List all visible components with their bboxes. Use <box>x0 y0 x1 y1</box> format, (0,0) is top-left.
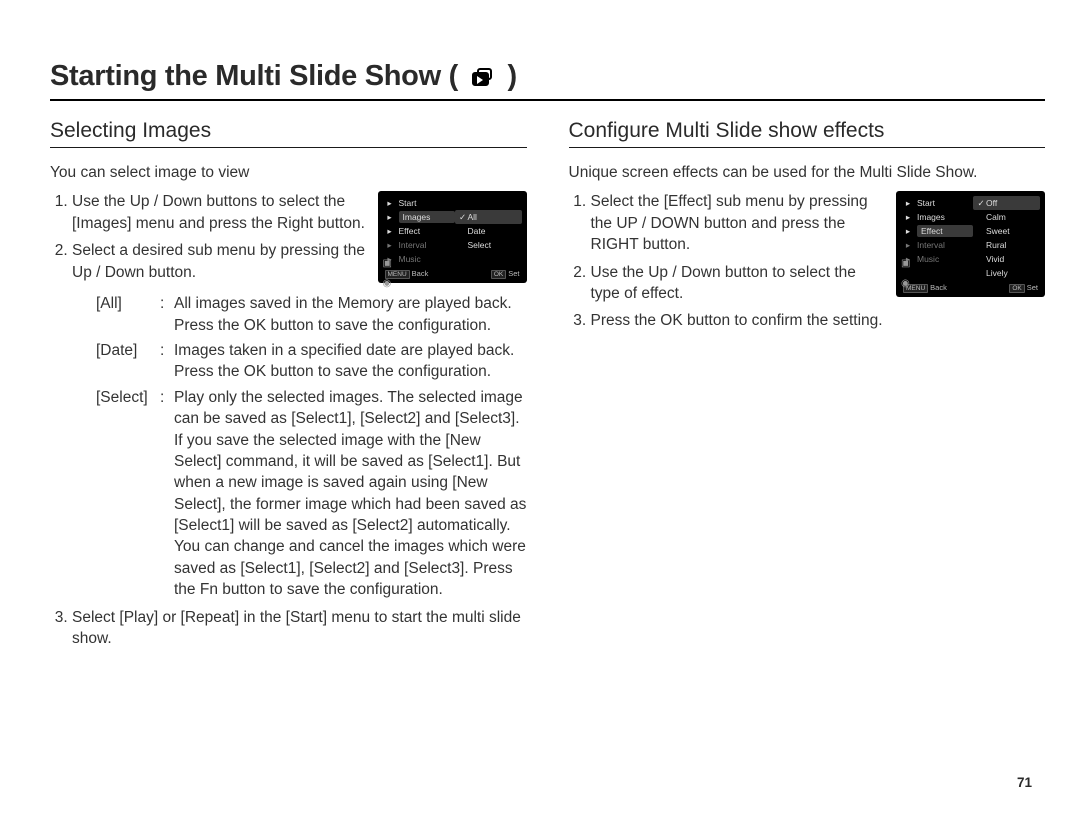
play-icon: ◉ <box>383 277 392 291</box>
cam2-menu-music: Music <box>917 254 939 266</box>
left-column: Selecting Images You can select image to… <box>50 119 527 655</box>
options-table: [All] : All images saved in the Memory a… <box>96 293 527 600</box>
cam-tag-ok: OK <box>491 270 506 279</box>
slideshow-icon: ▣ <box>383 257 392 271</box>
right-column: Configure Multi Slide show effects Uniqu… <box>569 119 1046 655</box>
cam2-sub-vivid: Vivid <box>986 254 1004 266</box>
camera-side-icons-2: ▣◉ <box>901 257 910 291</box>
opt-select-desc: Play only the selected images. The selec… <box>174 387 527 601</box>
left-intro: You can select image to view <box>50 162 527 183</box>
section-heading-effects: Configure Multi Slide show effects <box>569 119 1046 148</box>
play-icon: ◉ <box>901 277 910 291</box>
cam2-sub-sweet: Sweet <box>986 226 1010 238</box>
cam2-menu-interval: Interval <box>917 240 945 252</box>
title-text-pre: Starting the Multi Slide Show ( <box>50 60 458 92</box>
cam2-sub-rural: Rural <box>986 240 1006 252</box>
multi-slide-show-icon <box>472 68 494 86</box>
right-step-3: Press the OK button to confirm the setti… <box>591 310 1046 331</box>
page-number: 71 <box>1017 775 1032 790</box>
cam-submenu-select: Select <box>468 240 492 252</box>
manual-page: Starting the Multi Slide Show ( ) Select… <box>0 0 1080 815</box>
left-step-2: Select a desired sub menu by pressing th… <box>72 240 527 600</box>
cam-menu-start: Start <box>399 198 417 210</box>
left-body: You can select image to view ▸Start ▸Ima… <box>50 162 527 649</box>
cam-submenu-date: Date <box>468 226 486 238</box>
cam-menu-interval: Interval <box>399 240 427 252</box>
section-heading-selecting-images: Selecting Images <box>50 119 527 148</box>
cam2-footer-back: Back <box>930 283 947 292</box>
cam2-menu-images: Images <box>917 212 945 224</box>
cam2-sub-off: Off <box>986 198 997 210</box>
cam-menu-music: Music <box>399 254 421 266</box>
title-text-post: ) <box>508 60 517 92</box>
page-title: Starting the Multi Slide Show ( ) <box>50 60 517 93</box>
cam2-menu-start: Start <box>917 198 935 210</box>
cam2-sub-lively: Lively <box>986 268 1008 280</box>
opt-date-key: [Date] <box>96 340 160 361</box>
opt-all-key: [All] <box>96 293 160 314</box>
camera-side-icons: ▣◉ <box>383 257 392 291</box>
cam-menu-images: Images <box>403 212 431 224</box>
cam-footer-back: Back <box>412 269 429 278</box>
right-intro: Unique screen effects can be used for th… <box>569 162 1046 183</box>
cam-footer-set: Set <box>508 269 519 278</box>
two-column-layout: Selecting Images You can select image to… <box>50 119 1045 655</box>
slideshow-icon: ▣ <box>901 257 910 271</box>
cam2-footer-set: Set <box>1027 283 1038 292</box>
left-step-3: Select [Play] or [Repeat] in the [Start]… <box>72 607 527 650</box>
right-body: Unique screen effects can be used for th… <box>569 162 1046 332</box>
opt-all-desc: All images saved in the Memory are playe… <box>174 293 527 336</box>
camera-screenshot-images-menu: ▸Start ▸Images ▸Effect ▸Interval ▸Music … <box>378 191 527 283</box>
cam2-menu-effect: Effect <box>921 226 943 238</box>
opt-select-key: [Select] <box>96 387 160 408</box>
camera-screenshot-effect-menu: ▸Start ▸Images ▸Effect ▸Interval ▸Music … <box>896 191 1045 297</box>
opt-date-desc: Images taken in a specified date are pla… <box>174 340 527 383</box>
cam2-tag-ok: OK <box>1009 284 1024 293</box>
cam-menu-effect: Effect <box>399 226 421 238</box>
cam-submenu-all: All <box>468 212 477 224</box>
page-title-row: Starting the Multi Slide Show ( ) <box>50 60 1045 101</box>
cam2-sub-calm: Calm <box>986 212 1006 224</box>
